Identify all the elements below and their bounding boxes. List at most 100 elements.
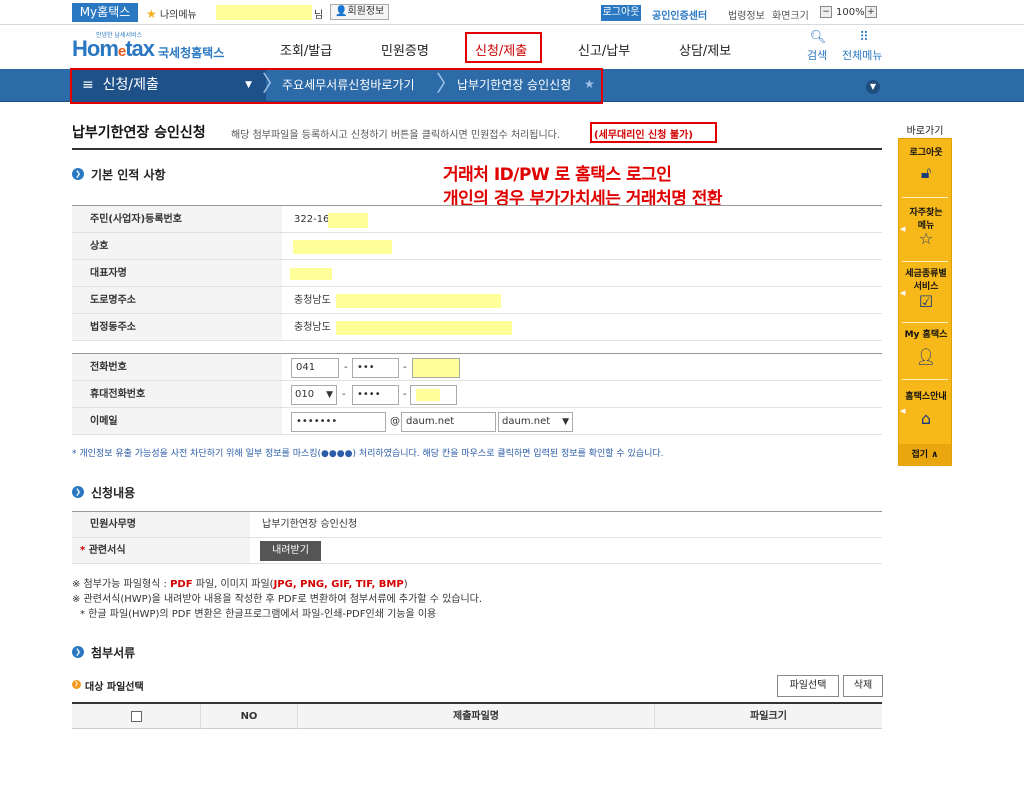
email-domain-input[interactable]: daum.net [401, 412, 496, 432]
note-file-types-a: ※ 첨부가능 파일형식 : [72, 579, 171, 590]
logo-brand-b: tax [125, 36, 155, 61]
table-row: 휴대전화번호 [72, 381, 882, 408]
section-title-attach: 첨부서류 [91, 646, 136, 660]
row-value: 충청남도 [294, 295, 331, 306]
email-id-input[interactable]: ••••••• [291, 412, 386, 432]
quick-menu: 로그아웃 🔓︎ ◀ 자주찾는 메뉴 ☆ ◀ 세금종류별 서비스 ☑ My 홈택스… [898, 138, 952, 466]
zoom-out-button[interactable]: − [820, 6, 832, 18]
phone-area-input[interactable]: 041 [291, 358, 339, 378]
lock-icon[interactable]: 🔓︎ [899, 163, 953, 183]
cert-center-link[interactable]: 공인인증센터 [652, 7, 707, 22]
row-label: 주민(사업자)등록번호 [72, 206, 282, 232]
highlight-box-breadcrumb [70, 68, 603, 104]
zoom-level: 100% [836, 7, 865, 18]
row-value: 납부기한연장 승인신청 [262, 519, 358, 530]
mobile-prefix-select[interactable]: 010 ▼ [291, 385, 337, 405]
table-row: * 관련서식 [72, 538, 882, 564]
dash-separator: - [344, 362, 348, 373]
name-suffix: 님 [314, 10, 324, 21]
masked-user-name [216, 5, 312, 20]
note-file-types-c: ) [403, 579, 408, 590]
table-row: 민원사무명 납부기한연장 승인신청 [72, 512, 882, 538]
masked-value [336, 321, 512, 335]
quick-hometax-guide[interactable]: 홈택스안내 [899, 389, 953, 402]
phone-last-input[interactable] [412, 358, 460, 378]
my-menu-link[interactable]: ★ 나의메뉴 [146, 6, 197, 21]
title-divider [72, 148, 882, 150]
email-domain-select-value: daum.net [502, 416, 551, 427]
screen-size-label: 화면크기 [772, 11, 809, 22]
download-button[interactable]: 내려받기 [260, 541, 321, 561]
table-row: 대표자명 [72, 260, 882, 287]
privacy-notice: * 개인정보 유출 가능성을 사전 차단하기 위해 일부 정보를 마스킹(●●●… [72, 449, 664, 459]
row-value: 322-16 [294, 214, 330, 225]
row-label: 이메일 [72, 408, 282, 434]
section-bullet-icon: ❯ [72, 646, 84, 658]
nav-inquiry[interactable]: 조회/발급 [280, 40, 332, 59]
nav-report-pay[interactable]: 신고/납부 [578, 40, 630, 59]
house-icon[interactable]: ⌂ [899, 409, 953, 428]
star-outline-icon[interactable]: ☆ [899, 229, 953, 248]
search-icon[interactable]: 🔍︎ [807, 30, 829, 45]
masked-value [293, 240, 392, 254]
row-label: 민원사무명 [72, 512, 250, 537]
select-all-cell [72, 704, 201, 729]
all-menu-label[interactable]: 전체메뉴 [842, 47, 882, 63]
note-file-types-pdf: PDF [170, 579, 193, 590]
form-label: 관련서식 [88, 545, 126, 556]
dash-separator: - [403, 389, 407, 400]
quick-logout[interactable]: 로그아웃 [899, 145, 953, 158]
required-mark: * [80, 545, 86, 556]
logout-button[interactable]: 로그아웃 [601, 5, 641, 21]
nav-consult[interactable]: 상담/제보 [679, 40, 731, 59]
highlight-box-warning [590, 122, 717, 143]
table-row: 전화번호 [72, 354, 882, 381]
phone-middle-input[interactable]: ••• [352, 358, 399, 378]
at-sign: @ [390, 416, 400, 427]
table-row: 상호 [72, 233, 882, 260]
chevron-down-icon: ▼ [326, 390, 333, 400]
grid-menu-icon[interactable]: ⠿ [853, 30, 875, 45]
my-hometax-link[interactable]: My홈택스 [72, 3, 138, 22]
quick-fold-button[interactable]: 접기 ∧ [899, 444, 951, 466]
row-label: 법정동주소 [72, 314, 282, 340]
column-header-filename: 제출파일명 [298, 704, 655, 729]
mobile-middle-input[interactable]: •••• [352, 385, 399, 405]
masked-value [416, 389, 440, 401]
quick-divider [902, 197, 948, 198]
row-label: 휴대전화번호 [72, 381, 282, 407]
masked-value [290, 268, 332, 280]
quick-my-hometax[interactable]: My 홈택스 [899, 327, 953, 340]
file-delete-button[interactable]: 삭제 [843, 675, 883, 697]
row-label: 전화번호 [72, 354, 282, 380]
masked-value [336, 294, 501, 308]
quick-tax-service[interactable]: 세금종류별 서비스 [899, 266, 953, 292]
note-hwp: ※ 관련서식(HWP)을 내려받아 내용을 작성한 후 PDF로 변환하여 첨부… [72, 594, 483, 605]
zoom-in-button[interactable]: + [865, 6, 877, 18]
page-description: 해당 첨부파일을 등록하시고 신청하기 버튼을 클릭하시면 민원접수 처리됩니다… [231, 130, 561, 141]
hometax-logo[interactable]: 안녕한 납세서비스 Hometax 국세청홈택스 [72, 30, 232, 64]
checkbox-icon[interactable]: ☑ [899, 292, 953, 311]
table-row: 주민(사업자)등록번호 322-16 [72, 206, 882, 233]
sub-bullet-icon: ❯ [72, 680, 81, 689]
highlight-box-nav [465, 32, 542, 63]
select-all-checkbox[interactable] [131, 711, 142, 722]
email-domain-select[interactable]: daum.net ▼ [498, 412, 573, 432]
user-icon: 👤 [335, 6, 348, 17]
member-info-button[interactable]: 👤회원정보 [330, 4, 390, 20]
column-header-no: NO [201, 704, 298, 729]
logo-brand-a: Hom [72, 36, 119, 61]
member-info-label: 회원정보 [347, 6, 385, 17]
row-label: 대표자명 [72, 260, 282, 286]
row-label: 상호 [72, 233, 282, 259]
search-label[interactable]: 검색 [807, 47, 827, 63]
nav-certificate[interactable]: 민원증명 [381, 40, 429, 59]
quick-frequent-menu[interactable]: 자주찾는 메뉴 [899, 205, 953, 231]
person-icon[interactable]: 👤︎ [899, 347, 953, 366]
file-select-button[interactable]: 파일선택 [777, 675, 839, 697]
dash-separator: - [342, 389, 346, 400]
law-info-link[interactable]: 법령정보 [728, 7, 765, 22]
expand-down-icon[interactable]: ▼ [866, 80, 880, 94]
logo-nts: 국세청홈택스 [158, 46, 225, 60]
quick-divider [902, 261, 948, 262]
